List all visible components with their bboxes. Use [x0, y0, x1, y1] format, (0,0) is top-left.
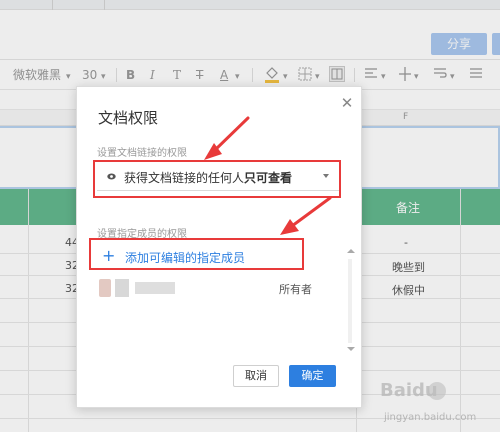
close-icon[interactable]: ✕ — [339, 95, 355, 111]
member-role: 所有者 — [279, 283, 312, 296]
paw-icon — [428, 382, 446, 400]
scroll-track[interactable] — [348, 259, 352, 343]
member-list-scrollbar[interactable] — [345, 247, 355, 355]
annotation-highlight-box — [89, 238, 304, 270]
annotation-highlight-box — [93, 160, 341, 198]
dialog-title: 文档权限 — [98, 109, 159, 127]
scroll-up-icon[interactable] — [347, 249, 355, 253]
avatar — [99, 279, 111, 297]
member-list-item[interactable]: 所有者 — [97, 277, 339, 301]
confirm-button[interactable]: 确定 — [289, 365, 336, 387]
cancel-button[interactable]: 取消 — [233, 365, 279, 387]
link-permission-label: 设置文档链接的权限 — [97, 148, 187, 159]
scroll-down-icon[interactable] — [347, 347, 355, 351]
avatar-blurred — [115, 279, 129, 297]
baidu-watermark: Baidu jingyan.baidu.com — [370, 380, 500, 432]
member-name-blurred — [135, 282, 175, 294]
watermark-url: jingyan.baidu.com — [384, 412, 477, 423]
